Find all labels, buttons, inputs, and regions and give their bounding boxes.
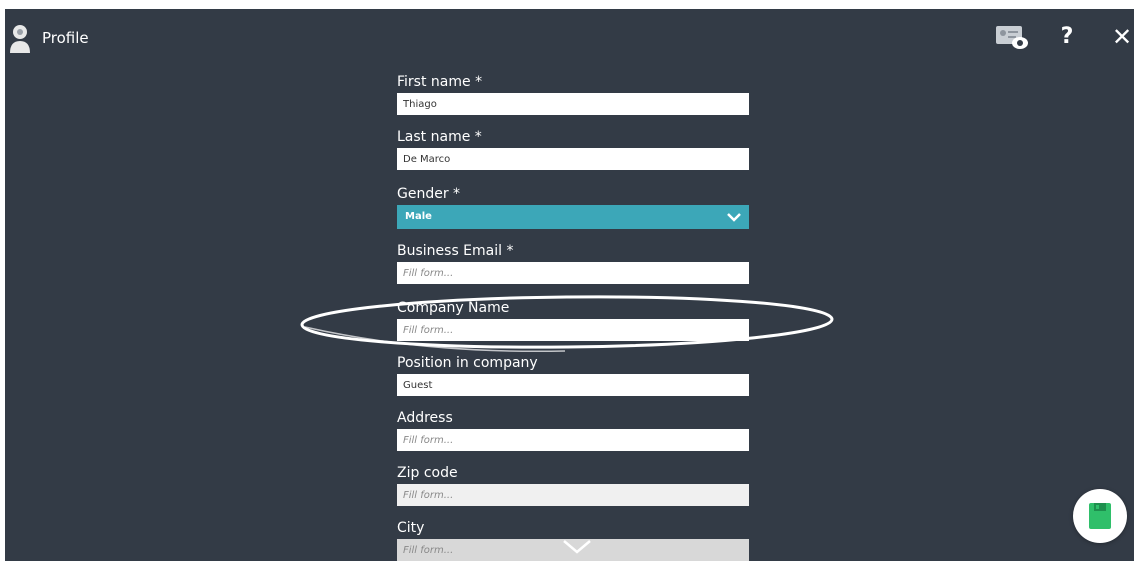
last-name-label: Last name * <box>397 129 482 145</box>
last-name-input[interactable] <box>397 148 749 170</box>
business-email-input[interactable] <box>397 262 749 284</box>
save-button[interactable] <box>1073 489 1127 543</box>
id-card-button[interactable] <box>995 25 1029 51</box>
scroll-down-icon[interactable] <box>562 539 592 555</box>
profile-window: Profile ? ✕ First name * Last name * Gen… <box>5 9 1134 561</box>
company-name-label: Company Name <box>397 300 510 316</box>
save-icon <box>1089 503 1111 529</box>
highlight-ellipse <box>300 295 834 353</box>
position-label: Position in company <box>397 355 538 371</box>
zip-code-label: Zip code <box>397 465 458 481</box>
gender-selected-value: Male <box>405 211 432 222</box>
id-card-eye-icon <box>996 26 1028 49</box>
zip-code-input[interactable] <box>397 484 749 506</box>
close-button[interactable]: ✕ <box>1109 23 1134 51</box>
gender-label: Gender * <box>397 186 461 202</box>
gender-select[interactable]: Male <box>397 205 749 229</box>
business-email-label: Business Email * <box>397 243 514 259</box>
user-avatar-icon <box>10 25 30 53</box>
help-button[interactable]: ? <box>1055 23 1079 51</box>
company-name-input[interactable] <box>397 319 749 341</box>
address-label: Address <box>397 410 453 426</box>
first-name-label: First name * <box>397 74 483 90</box>
chevron-down-icon <box>727 213 741 222</box>
address-input[interactable] <box>397 429 749 451</box>
position-input[interactable] <box>397 374 749 396</box>
city-label: City <box>397 520 425 536</box>
title-bar: Profile ? ✕ <box>5 9 1134 61</box>
page-title: Profile <box>42 29 89 47</box>
first-name-input[interactable] <box>397 93 749 115</box>
